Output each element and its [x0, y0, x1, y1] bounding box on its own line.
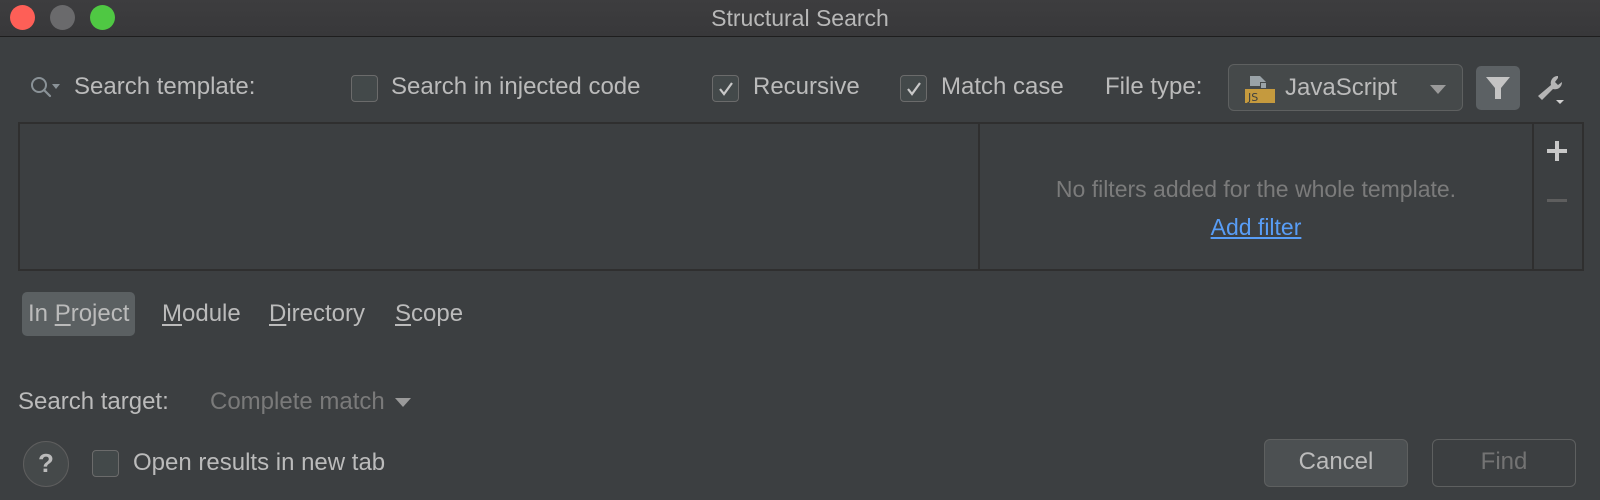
checkmark-icon [907, 82, 921, 96]
scope-directory[interactable]: Directory [263, 292, 371, 336]
recursive-checkbox[interactable] [712, 75, 739, 102]
javascript-file-icon: JS [1245, 74, 1275, 104]
cancel-button[interactable]: Cancel [1264, 439, 1408, 487]
no-filters-message: No filters added for the whole template. [1055, 176, 1457, 202]
match-case-checkbox[interactable] [900, 75, 927, 102]
checkmark-icon [719, 82, 733, 96]
template-editor[interactable] [18, 122, 980, 271]
svg-text:JS: JS [1247, 91, 1258, 104]
filter-icon [1486, 77, 1510, 99]
chevron-down-icon [394, 398, 411, 408]
search-target-dropdown[interactable]: Complete match [210, 388, 411, 416]
search-target-label: Search target: [18, 388, 169, 415]
search-injected-code-label: Search in injected code [391, 73, 641, 100]
title-bar: Structural Search [0, 0, 1600, 37]
chevron-down-icon [1430, 85, 1446, 94]
help-button[interactable]: ? [23, 441, 69, 487]
search-injected-code-checkbox[interactable] [351, 75, 378, 102]
find-button[interactable]: Find [1432, 439, 1576, 487]
add-filter-link[interactable]: Add filter [980, 214, 1532, 241]
filter-button[interactable] [1476, 66, 1520, 110]
recursive-label: Recursive [753, 73, 860, 100]
scope-scope[interactable]: Scope [389, 292, 469, 336]
file-type-label: File type: [1105, 73, 1203, 100]
wrench-icon[interactable] [1534, 72, 1568, 111]
match-case-label: Match case [941, 73, 1064, 100]
search-icon[interactable] [30, 76, 64, 105]
filter-actions-panel [1532, 122, 1584, 271]
minus-icon[interactable] [1546, 190, 1568, 217]
open-new-tab-checkbox[interactable] [92, 450, 119, 477]
plus-icon[interactable] [1546, 140, 1568, 167]
scope-in-project[interactable]: In Project [22, 292, 136, 336]
search-template-label: Search template: [74, 73, 256, 100]
window-title: Structural Search [711, 5, 889, 31]
scope-module[interactable]: Module [156, 292, 247, 336]
search-options-row: Search template: Search in injected code… [0, 64, 1600, 112]
file-type-dropdown[interactable]: JS JavaScript [1228, 64, 1463, 111]
file-type-value: JavaScript [1285, 74, 1398, 101]
open-new-tab-label: Open results in new tab [133, 449, 386, 476]
search-target-value: Complete match [210, 388, 385, 415]
filters-panel: No filters added for the whole template.… [978, 122, 1534, 271]
